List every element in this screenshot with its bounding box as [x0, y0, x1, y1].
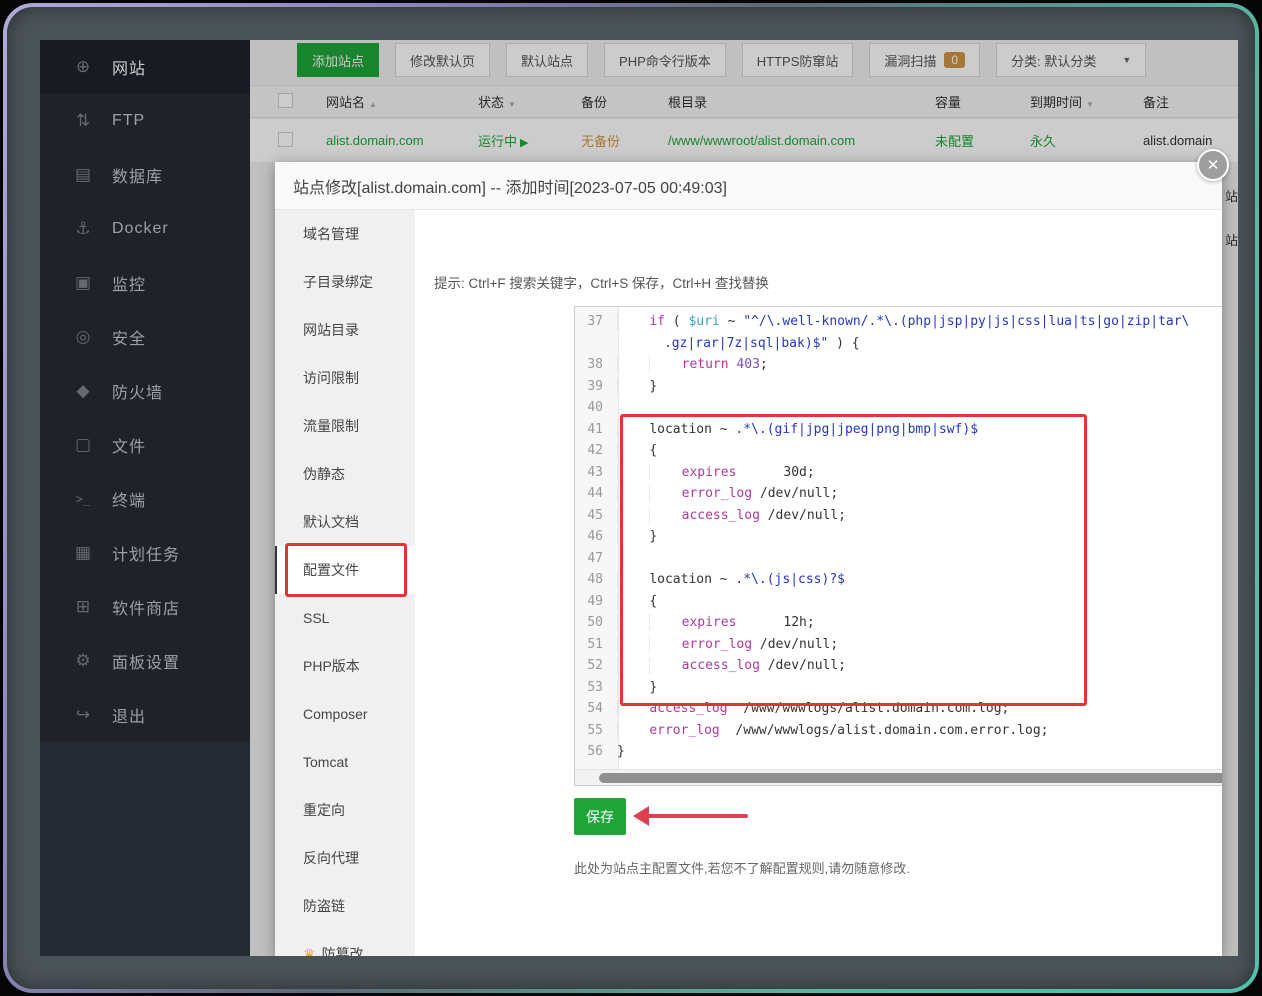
modal-menu: 域名管理子目录绑定网站目录访问限制流量限制伪静态默认文档配置文件SSLPHP版本…	[275, 210, 415, 956]
line-number: 37	[575, 311, 611, 333]
modal-tab-rewrite[interactable]: 伪静态	[275, 450, 415, 498]
code-line: 52 access_log /dev/null;	[575, 655, 1222, 677]
code-line: 42 {	[575, 440, 1222, 462]
line-number: 40	[575, 397, 611, 419]
line-number: 44	[575, 483, 611, 505]
line-number	[575, 333, 611, 355]
code-line: 54 access_log /www/wwwlogs/alist.domain.…	[575, 698, 1222, 720]
line-number: 55	[575, 720, 611, 742]
code-line: 47	[575, 548, 1222, 570]
line-number: 51	[575, 634, 611, 656]
modal-tab-domain-manage[interactable]: 域名管理	[275, 210, 415, 258]
modal-tab-traffic-limit[interactable]: 流量限制	[275, 402, 415, 450]
editor-horizontal-scroll-track	[575, 769, 1222, 785]
code-line: 50 expires 12h;	[575, 612, 1222, 634]
code-line: 46 }	[575, 526, 1222, 548]
code-line: 56}	[575, 741, 1222, 763]
line-number: 56	[575, 741, 611, 763]
config-warning-note: 此处为站点主配置文件,若您不了解配置规则,请勿随意修改.	[574, 858, 910, 877]
config-editor[interactable]: 37 if ( $uri ~ "^/\.well-known/.*\.(php|…	[574, 306, 1222, 786]
line-number: 54	[575, 698, 611, 720]
line-number: 46	[575, 526, 611, 548]
line-number: 50	[575, 612, 611, 634]
editor-tip: 提示: Ctrl+F 搜索关键字，Ctrl+S 保存，Ctrl+H 查找替换	[434, 272, 769, 292]
modal-tab-ssl[interactable]: SSL	[275, 594, 415, 642]
code-line: 49 {	[575, 591, 1222, 613]
code-line: 39 }	[575, 376, 1222, 398]
modal-tab-default-doc[interactable]: 默认文档	[275, 498, 415, 546]
panel-window: ⊕网站⇅FTP▤数据库⚓Docker▣监控◎安全◆防火墙▢文件>_终端▦计划任务…	[40, 40, 1238, 956]
code-line: 41 location ~ .*\.(gif|jpg|jpeg|png|bmp|…	[575, 419, 1222, 441]
code-line: 43 expires 30d;	[575, 462, 1222, 484]
code-line: 37 if ( $uri ~ "^/\.well-known/.*\.(php|…	[575, 311, 1222, 333]
annotation-arrow	[633, 806, 748, 826]
code-line: .gz|rar|7z|sql|bak)$" ) {	[575, 333, 1222, 355]
screenshot-frame: ⊕网站⇅FTP▤数据库⚓Docker▣监控◎安全◆防火墙▢文件>_终端▦计划任务…	[0, 0, 1262, 996]
close-icon[interactable]: ✕	[1197, 149, 1229, 181]
modal-tab-php-version[interactable]: PHP版本	[275, 642, 415, 690]
modal-body: 域名管理子目录绑定网站目录访问限制流量限制伪静态默认文档配置文件SSLPHP版本…	[275, 210, 1222, 956]
modal-tab-subdir-bind[interactable]: 子目录绑定	[275, 258, 415, 306]
editor-horizontal-scrollbar[interactable]	[599, 773, 1222, 783]
line-number: 45	[575, 505, 611, 527]
code-line: 45 access_log /dev/null;	[575, 505, 1222, 527]
modal-tab-site-directory[interactable]: 网站目录	[275, 306, 415, 354]
modal-tab-composer[interactable]: Composer	[275, 690, 415, 738]
code-line: 48 location ~ .*\.(js|css)?$	[575, 569, 1222, 591]
line-number: 41	[575, 419, 611, 441]
modal-tab-access-limit[interactable]: 访问限制	[275, 354, 415, 402]
line-number: 48	[575, 569, 611, 591]
save-button[interactable]: 保存	[574, 798, 626, 835]
line-number: 52	[575, 655, 611, 677]
code-line: 55 error_log /www/wwwlogs/alist.domain.c…	[575, 720, 1222, 742]
code-line: 53 }	[575, 677, 1222, 699]
line-number: 47	[575, 548, 611, 570]
modal-header: 站点修改[alist.domain.com] -- 添加时间[2023-07-0…	[275, 162, 1222, 210]
modal-tab-config-file[interactable]: 配置文件	[275, 546, 415, 594]
line-number: 53	[575, 677, 611, 699]
modal-content: 提示: Ctrl+F 搜索关键字，Ctrl+S 保存，Ctrl+H 查找替换 3…	[415, 210, 1222, 956]
code-line: 44 error_log /dev/null;	[575, 483, 1222, 505]
modal-tab-tomcat[interactable]: Tomcat	[275, 738, 415, 786]
line-number: 42	[575, 440, 611, 462]
modal-title: 站点修改[alist.domain.com] -- 添加时间[2023-07-0…	[293, 174, 727, 198]
modal-tab-redirect[interactable]: 重定向	[275, 786, 415, 834]
modal-tab-hotlink-protect[interactable]: 防盗链	[275, 882, 415, 930]
line-number: 49	[575, 591, 611, 613]
site-edit-modal: 站点修改[alist.domain.com] -- 添加时间[2023-07-0…	[275, 162, 1222, 956]
line-number: 38	[575, 354, 611, 376]
code-line: 51 error_log /dev/null;	[575, 634, 1222, 656]
modal-tab-tamper-proof[interactable]: ♛防篡改	[275, 930, 415, 956]
crown-icon: ♛	[303, 946, 316, 957]
code-line: 38 return 403;	[575, 354, 1222, 376]
line-number: 39	[575, 376, 611, 398]
modal-tab-reverse-proxy[interactable]: 反向代理	[275, 834, 415, 882]
code-line: 40	[575, 397, 1222, 419]
line-number: 43	[575, 462, 611, 484]
